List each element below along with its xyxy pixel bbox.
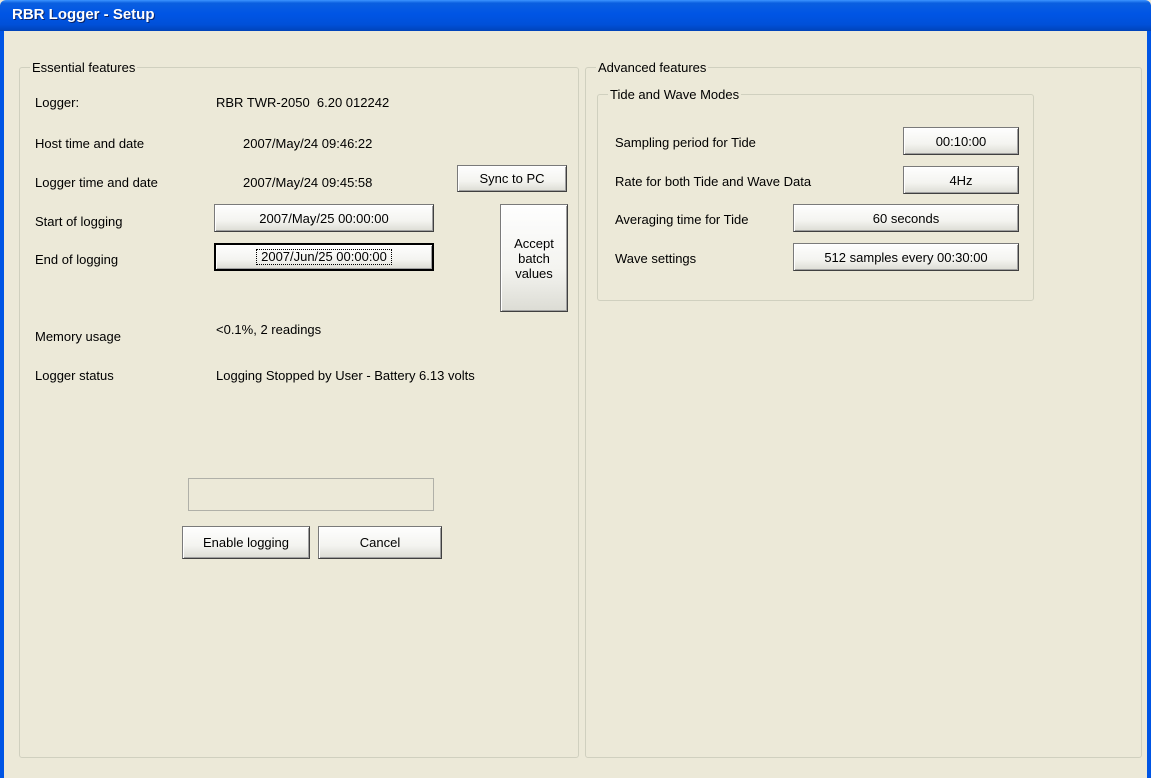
- accept-batch-values-button[interactable]: Accept batch values: [500, 204, 568, 312]
- logger-value: RBR TWR-2050 6.20 012242: [216, 95, 390, 110]
- window-frame-left: [0, 31, 4, 778]
- window-frame-right: [1147, 31, 1151, 778]
- title-bar: RBR Logger - Setup: [0, 0, 1151, 31]
- end-of-logging-label: End of logging: [35, 252, 119, 267]
- accept-batch-line-2: batch: [518, 250, 550, 266]
- wave-settings-label: Wave settings: [615, 251, 697, 266]
- advanced-features-legend: Advanced features: [598, 60, 707, 75]
- accept-batch-line-1: Accept: [514, 235, 554, 251]
- logger-time-label: Logger time and date: [35, 175, 158, 190]
- progress-bar: [188, 478, 434, 511]
- accept-batch-line-3: values: [515, 265, 553, 281]
- rate-label: Rate for both Tide and Wave Data: [615, 174, 812, 189]
- sync-to-pc-button[interactable]: Sync to PC: [457, 165, 567, 192]
- start-of-logging-label: Start of logging: [35, 214, 123, 229]
- window-title: RBR Logger - Setup: [12, 6, 155, 23]
- sampling-period-button[interactable]: 00:10:00: [903, 127, 1019, 155]
- enable-logging-button[interactable]: Enable logging: [182, 526, 310, 559]
- wave-settings-button[interactable]: 512 samples every 00:30:00: [793, 243, 1019, 271]
- logger-status-label: Logger status: [35, 368, 114, 383]
- logger-time-value: 2007/May/24 09:45:58: [243, 175, 373, 190]
- averaging-time-button[interactable]: 60 seconds: [793, 204, 1019, 232]
- end-of-logging-button[interactable]: 2007/Jun/25 00:00:00: [214, 243, 434, 271]
- host-time-label: Host time and date: [35, 136, 145, 151]
- end-of-logging-value: 2007/Jun/25 00:00:00: [256, 249, 392, 265]
- logger-status-value: Logging Stopped by User - Battery 6.13 v…: [216, 368, 475, 383]
- memory-usage-value: <0.1%, 2 readings: [216, 322, 322, 337]
- memory-usage-label: Memory usage: [35, 329, 121, 344]
- essential-features-legend: Essential features: [32, 60, 136, 75]
- rate-button[interactable]: 4Hz: [903, 166, 1019, 194]
- logger-label: Logger:: [35, 95, 80, 110]
- sampling-period-label: Sampling period for Tide: [615, 135, 756, 150]
- start-of-logging-button[interactable]: 2007/May/25 00:00:00: [214, 204, 434, 232]
- tide-wave-modes-legend: Tide and Wave Modes: [610, 87, 740, 102]
- cancel-button[interactable]: Cancel: [318, 526, 442, 559]
- averaging-time-label: Averaging time for Tide: [615, 212, 749, 227]
- host-time-value: 2007/May/24 09:46:22: [243, 136, 373, 151]
